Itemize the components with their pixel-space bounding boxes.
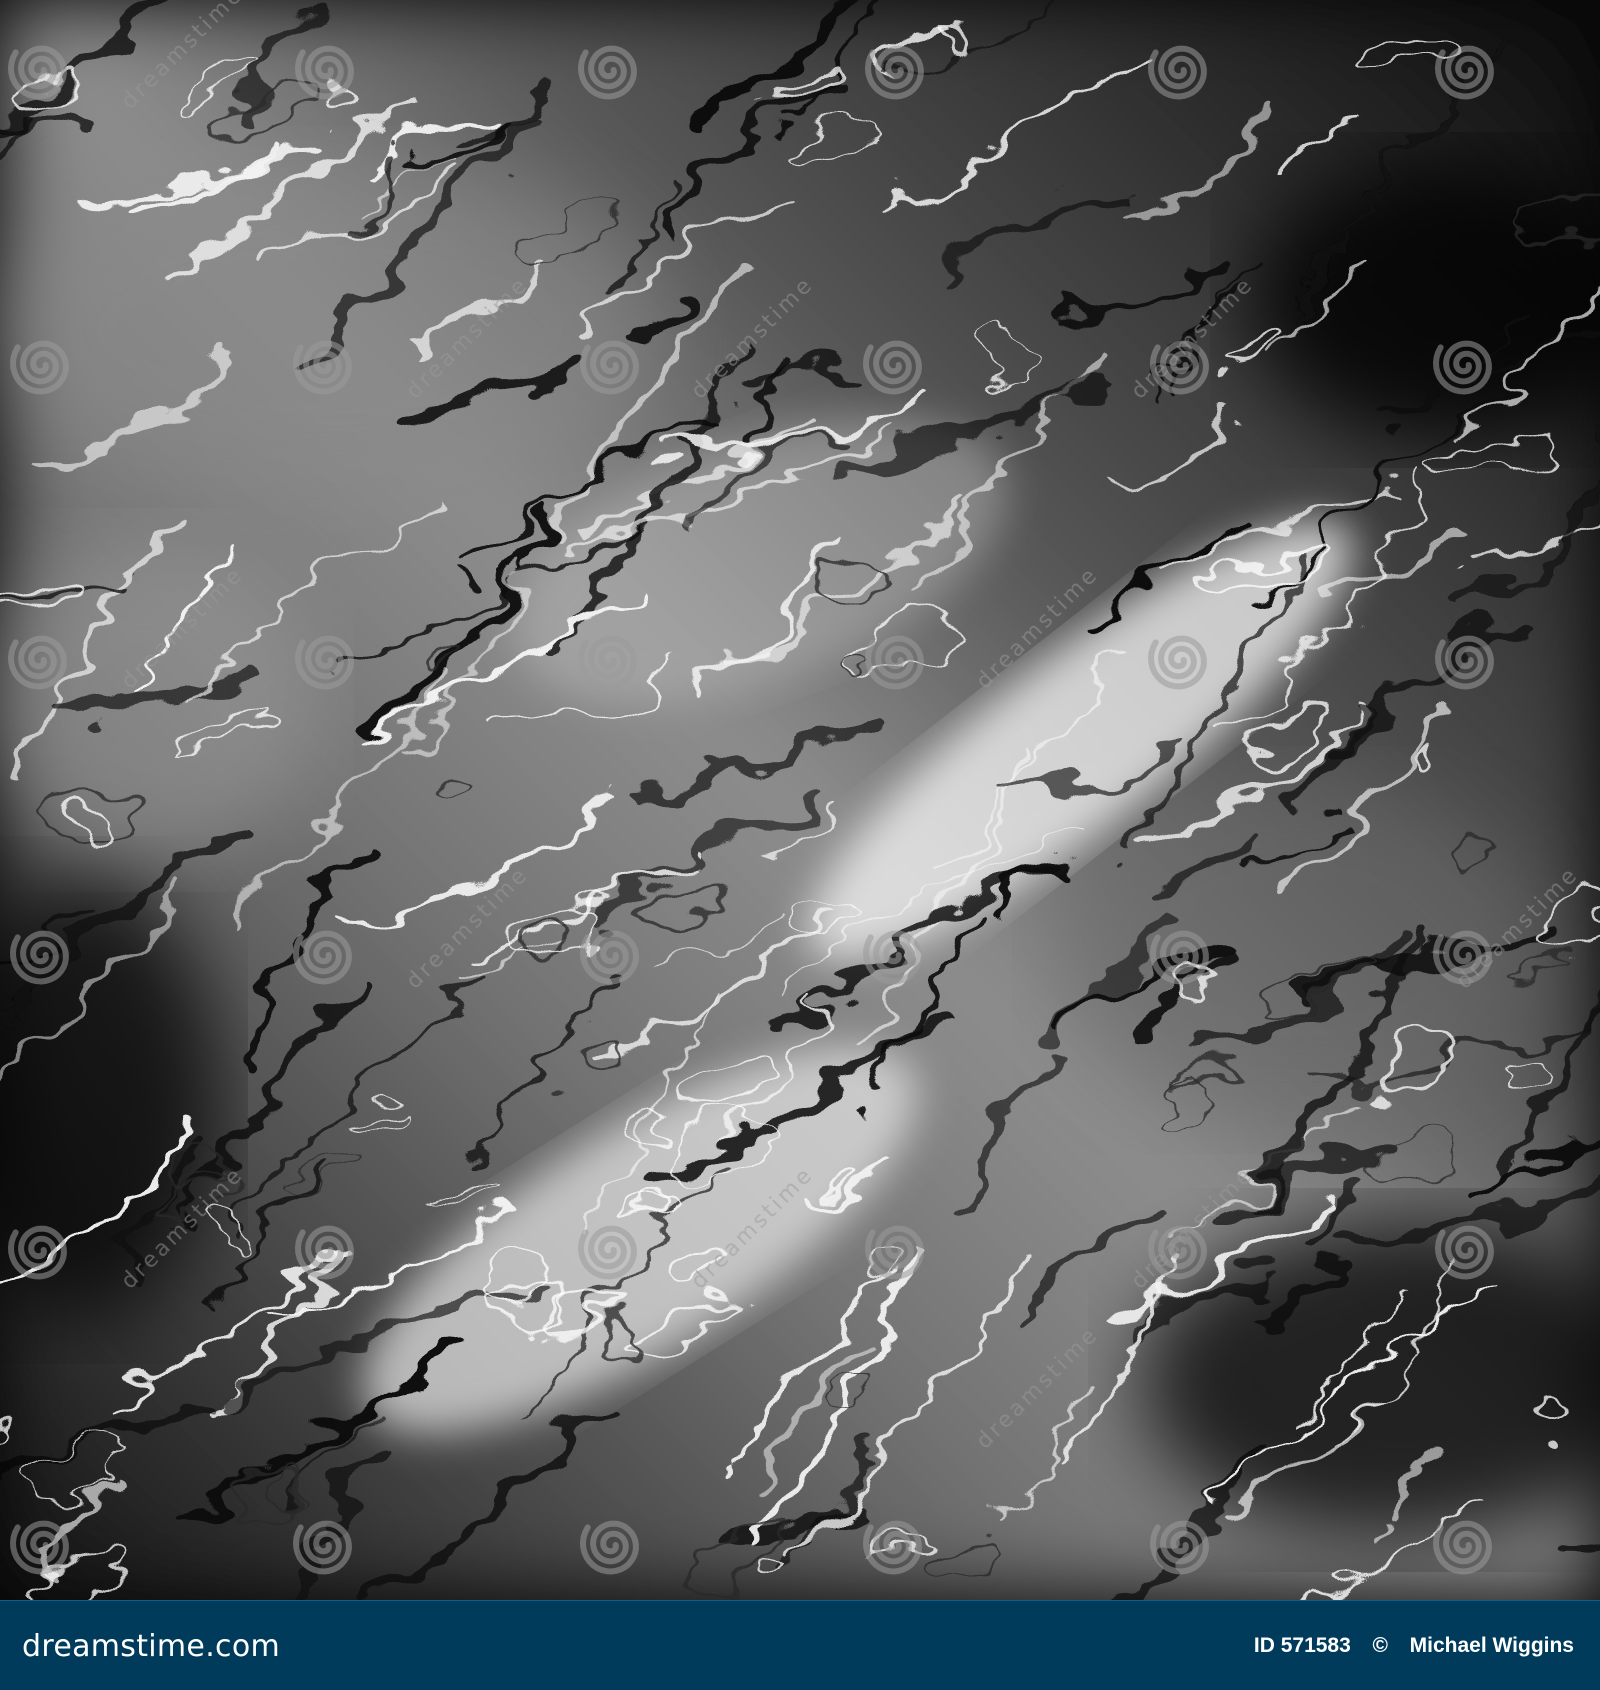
liquid-metal-abstract: dreamstimedreamstime dreamstimedreamstime… bbox=[0, 0, 1600, 1600]
copyright-symbol: © bbox=[1372, 1634, 1388, 1657]
site-logo[interactable]: dreamstime.com bbox=[22, 1621, 280, 1671]
author-name[interactable]: Michael Wiggins bbox=[1410, 1630, 1574, 1662]
logo-text: dreamstime.com bbox=[22, 1628, 280, 1664]
stock-photo: dreamstime dreamstime dreamstime dreamstime… bbox=[0, 0, 1600, 1600]
image-credit: ID 571583 © Michael Wiggins bbox=[1254, 1630, 1574, 1662]
image-id: ID 571583 bbox=[1253, 1634, 1351, 1657]
footer-bar: dreamstime.com ID 571583 © Michael Wiggi… bbox=[0, 1600, 1600, 1690]
